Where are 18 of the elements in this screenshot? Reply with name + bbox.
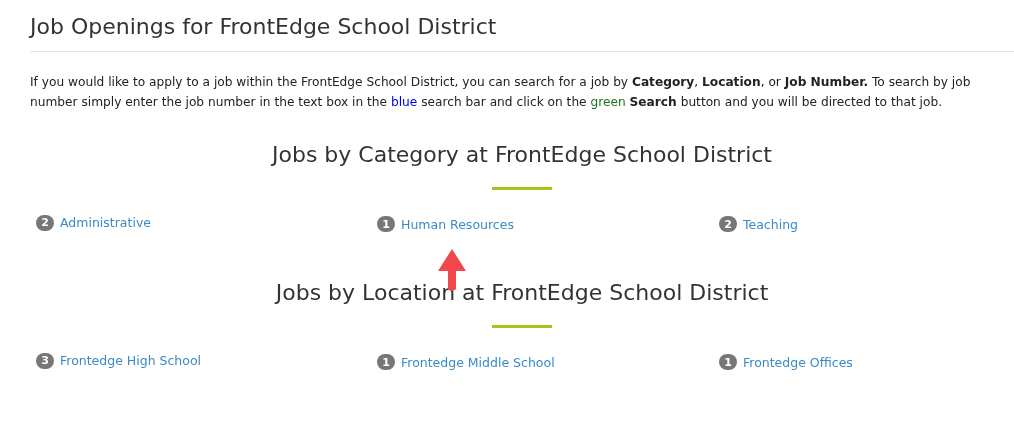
category-link[interactable]: Administrative (60, 215, 151, 230)
count-badge: 2 (36, 214, 54, 231)
section-heading: Jobs by Location at FrontEdge School District (273, 280, 770, 305)
heading-underline (492, 325, 552, 328)
category-link[interactable]: Frontedge Middle School (401, 354, 555, 370)
count-badge: 1 (719, 354, 737, 370)
count-badge: 3 (36, 352, 54, 369)
intro-paragraph: If you would like to apply to a job within the FrontEdge School District, you can search for a job by Category, Location, or Job Number. To search by job number simply enter the job number in the text box in the blue search bar and click on the green Search button and you will be directed to that job. (30, 74, 972, 111)
category-link[interactable]: Frontedge High School (60, 353, 202, 368)
count-badge: 1 (377, 354, 395, 370)
category-link[interactable]: Human Resources (401, 216, 514, 232)
category-link[interactable]: Teaching (743, 216, 798, 232)
heading-underline (492, 187, 552, 190)
count-badge: 2 (719, 216, 737, 232)
page-title: Job Openings for FrontEdge School District (30, 14, 498, 39)
category-link[interactable]: Frontedge Offices (743, 354, 853, 370)
section-heading: Jobs by Category at FrontEdge School District (270, 142, 773, 167)
count-badge: 1 (377, 216, 395, 232)
